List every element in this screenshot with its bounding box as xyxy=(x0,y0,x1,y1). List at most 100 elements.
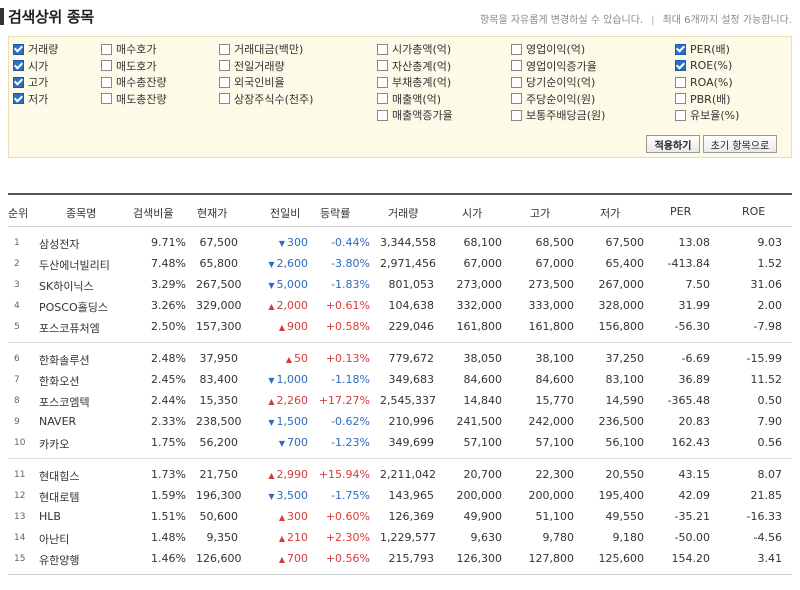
cell-name[interactable]: 두산에너빌리티 xyxy=(39,257,129,273)
option-checkbox[interactable] xyxy=(101,93,112,104)
option-checkbox[interactable] xyxy=(675,93,686,104)
column-header: 저가 xyxy=(600,207,621,220)
cell-rate: +0.61% xyxy=(325,299,370,312)
option-col4-1[interactable]: 자산총계(억) xyxy=(377,58,451,74)
cell-name[interactable]: SK하이닉스 xyxy=(39,278,129,294)
cell-low: 83,100 xyxy=(605,373,645,386)
cell-low: 125,600 xyxy=(598,552,645,565)
option-col4-3[interactable]: 매출액(억) xyxy=(377,91,441,107)
option-checkbox[interactable] xyxy=(511,109,522,121)
option-col2-3[interactable]: 매도총잔량 xyxy=(101,91,167,107)
option-col4-0[interactable]: 시가총액(억) xyxy=(377,41,451,57)
cell-price: 37,950 xyxy=(199,352,239,365)
option-col5-1[interactable]: 영업이익증가율 xyxy=(511,58,597,74)
column-header: 고가 xyxy=(530,207,551,220)
option-checkbox[interactable] xyxy=(511,60,522,71)
option-label: 전일거래량 xyxy=(234,59,285,73)
option-label: 유보율(%) xyxy=(690,109,740,122)
option-col6-3[interactable]: PBR(배) xyxy=(675,91,731,107)
option-checkbox[interactable] xyxy=(219,60,230,71)
option-col5-3[interactable]: 주당순이익(원) xyxy=(511,91,595,107)
diff-value: 2,260 xyxy=(276,394,309,407)
cell-name[interactable]: 유한양행 xyxy=(39,552,129,568)
apply-button[interactable]: 적용하기 xyxy=(646,135,700,153)
cell-open: 57,100 xyxy=(463,436,503,449)
cell-ratio: 9.71% xyxy=(151,236,186,249)
option-col6-4[interactable]: 유보율(%) xyxy=(675,107,739,123)
cell-per: 36.89 xyxy=(678,373,711,386)
option-col1-0[interactable]: 거래량 xyxy=(13,41,58,57)
cell-name[interactable]: POSCO홀딩스 xyxy=(39,299,129,315)
option-checkbox[interactable] xyxy=(377,43,388,55)
option-checkbox[interactable] xyxy=(377,109,388,121)
option-col3-0[interactable]: 거래대금(백만) xyxy=(219,41,303,57)
option-col3-1[interactable]: 전일거래량 xyxy=(219,58,285,74)
option-label: ROA(%) xyxy=(690,75,733,89)
cell-name[interactable]: 현대로템 xyxy=(39,489,129,505)
option-col5-4[interactable]: 보통주배당금(원) xyxy=(511,107,605,123)
cell-name[interactable]: 포스코엠텍 xyxy=(39,394,129,410)
option-checkbox[interactable] xyxy=(511,76,522,88)
cell-name[interactable]: 카카오 xyxy=(39,436,129,452)
reset-defaults-button[interactable]: 초기 항목으로 xyxy=(703,135,777,153)
option-checkbox[interactable] xyxy=(101,60,112,71)
arrow-up-icon: ▲ xyxy=(268,471,275,480)
cell-high: 161,800 xyxy=(528,320,575,333)
option-checkbox[interactable] xyxy=(377,60,388,71)
option-checkbox[interactable] xyxy=(219,93,230,104)
cell-high: 273,500 xyxy=(528,278,575,291)
option-checkbox[interactable] xyxy=(675,76,686,88)
cell-volume: 229,046 xyxy=(388,320,435,333)
option-col1-3[interactable]: 저가 xyxy=(13,91,48,107)
option-checkbox[interactable] xyxy=(377,93,388,104)
cell-name[interactable]: 한화오션 xyxy=(39,373,129,389)
cell-diff: ▲ 210 xyxy=(248,531,308,544)
cell-roe: 9.03 xyxy=(757,236,783,249)
option-col6-0[interactable]: PER(배) xyxy=(675,41,730,57)
option-col1-2[interactable]: 고가 xyxy=(13,74,48,90)
cell-name[interactable]: 아난티 xyxy=(39,531,129,547)
option-checkbox[interactable] xyxy=(13,93,24,104)
cell-name[interactable]: NAVER xyxy=(39,415,129,428)
option-checkbox[interactable] xyxy=(675,60,686,71)
option-checkbox[interactable] xyxy=(377,76,388,88)
cell-low: 20,550 xyxy=(605,468,645,481)
option-checkbox[interactable] xyxy=(13,43,24,55)
cell-name[interactable]: 한화솔루션 xyxy=(39,352,129,368)
option-col4-2[interactable]: 부채총계(억) xyxy=(377,74,451,90)
option-col6-1[interactable]: ROE(%) xyxy=(675,58,732,74)
cell-diff: ▼ 5,000 xyxy=(248,278,308,291)
option-col1-1[interactable]: 시가 xyxy=(13,58,48,74)
cell-name[interactable]: 포스코퓨처엠 xyxy=(39,320,129,336)
option-col4-4[interactable]: 매출액증가율 xyxy=(377,107,453,123)
option-col6-2[interactable]: ROA(%) xyxy=(675,74,733,90)
cell-rate: +2.30% xyxy=(325,531,370,544)
option-col5-2[interactable]: 당기순이익(억) xyxy=(511,74,595,90)
column-header: PER xyxy=(670,205,692,218)
option-checkbox[interactable] xyxy=(511,93,522,104)
option-checkbox[interactable] xyxy=(13,76,24,88)
option-col2-1[interactable]: 매도호가 xyxy=(101,58,156,74)
arrow-up-icon: ▲ xyxy=(278,534,285,543)
option-checkbox[interactable] xyxy=(13,60,24,71)
option-col3-3[interactable]: 상장주식수(천주) xyxy=(219,91,313,107)
cell-per: 20.83 xyxy=(678,415,711,428)
cell-open: 14,840 xyxy=(463,394,503,407)
option-col5-0[interactable]: 영업이익(억) xyxy=(511,41,585,57)
option-checkbox[interactable] xyxy=(219,43,230,55)
cell-roe: -15.99 xyxy=(746,352,782,365)
cell-name[interactable]: 현대힘스 xyxy=(39,468,129,484)
option-checkbox[interactable] xyxy=(675,109,686,121)
option-col2-0[interactable]: 매수호가 xyxy=(101,41,156,57)
option-checkbox[interactable] xyxy=(101,43,112,55)
option-col2-2[interactable]: 매수총잔량 xyxy=(101,74,167,90)
cell-roe: 11.52 xyxy=(750,373,783,386)
cell-name[interactable]: 삼성전자 xyxy=(39,236,129,252)
option-checkbox[interactable] xyxy=(219,76,230,88)
option-checkbox[interactable] xyxy=(511,43,522,55)
cell-name[interactable]: HLB xyxy=(39,510,129,523)
option-col3-2[interactable]: 외국인비율 xyxy=(219,74,285,90)
option-checkbox[interactable] xyxy=(101,76,112,88)
cell-volume: 3,344,558 xyxy=(380,236,436,249)
option-checkbox[interactable] xyxy=(675,43,686,55)
